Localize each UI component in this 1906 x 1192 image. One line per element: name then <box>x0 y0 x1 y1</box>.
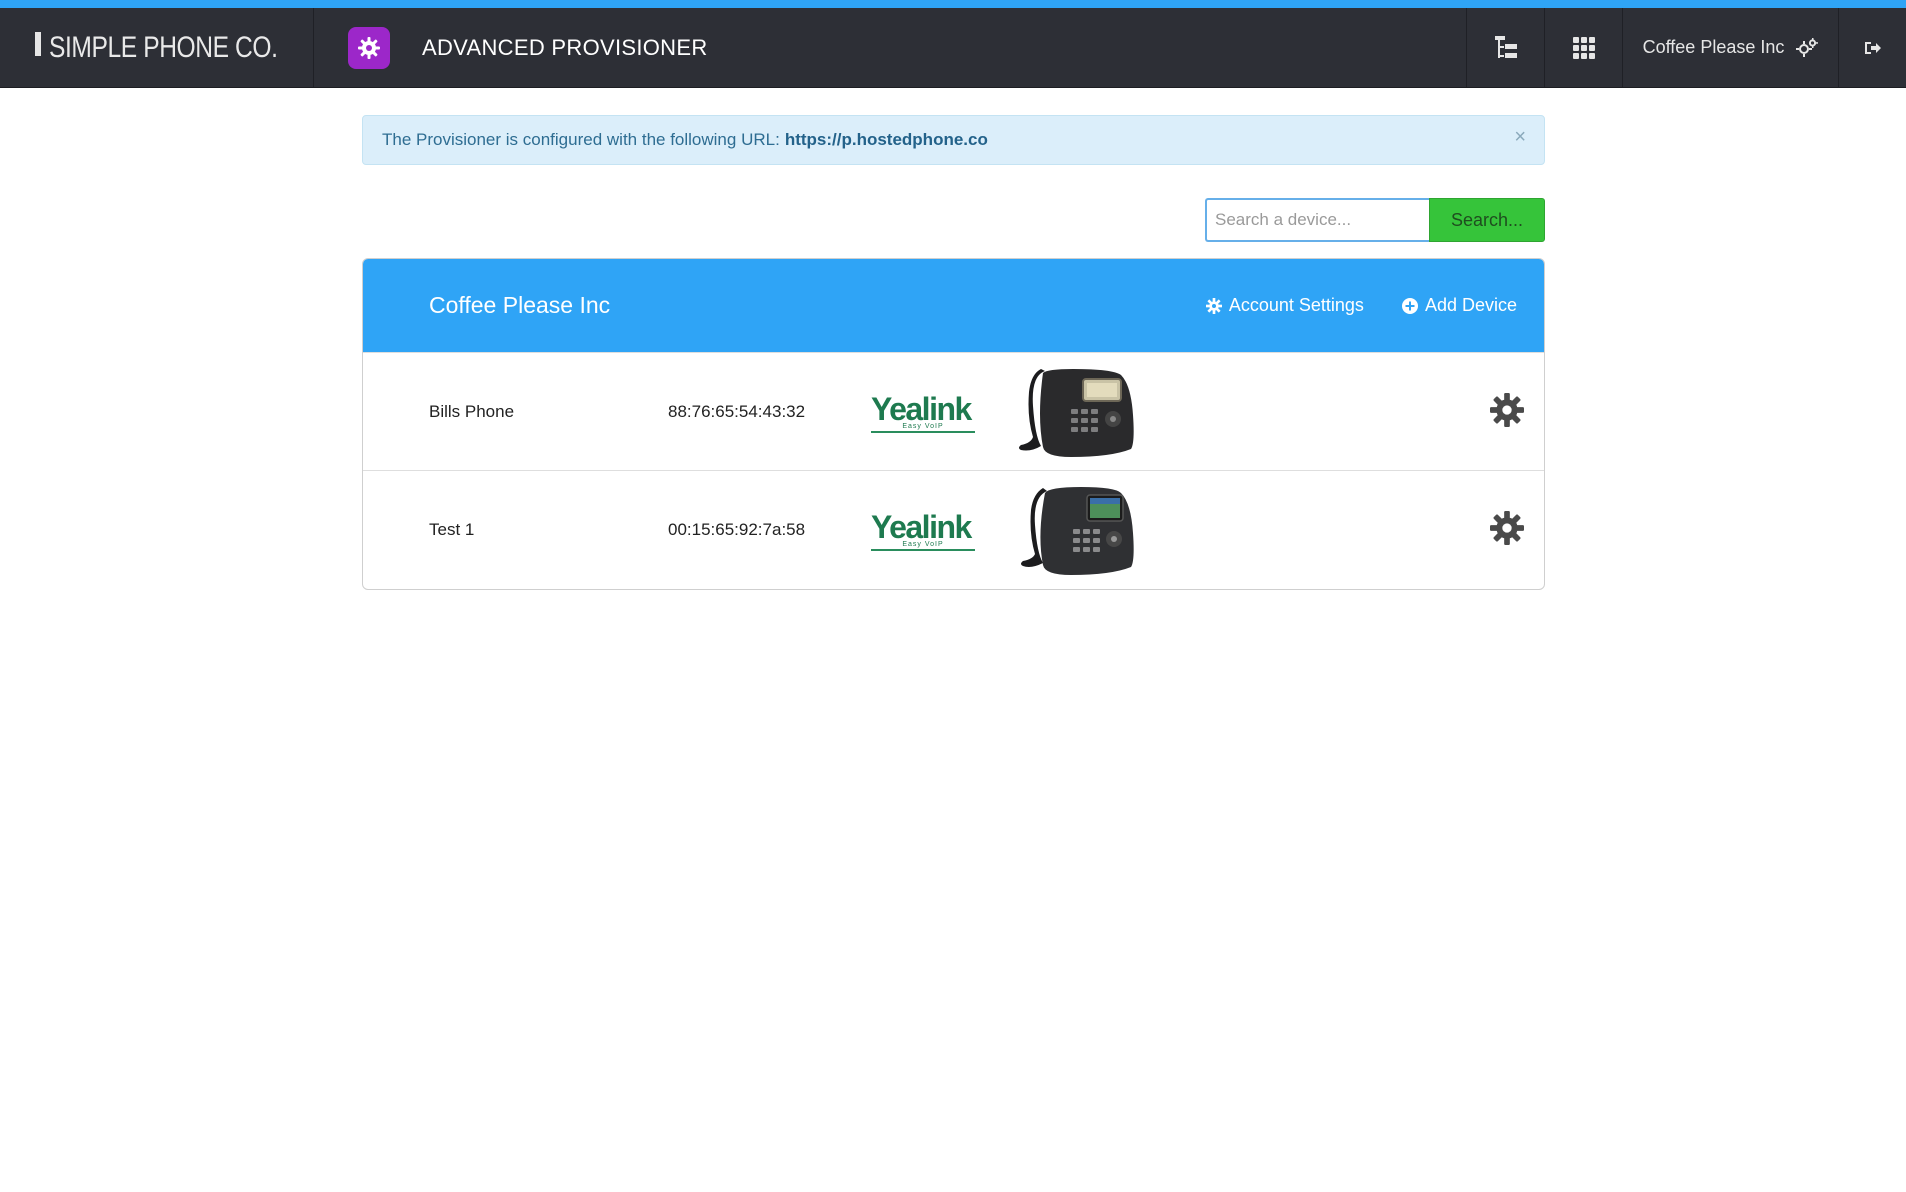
device-row: Bills Phone 88:76:65:54:43:32 Yealink Ea… <box>363 352 1544 470</box>
app-title: ADVANCED PROVISIONER <box>422 34 708 60</box>
device-search: Search... <box>1205 198 1545 242</box>
panel-title: Coffee Please Inc <box>429 292 611 318</box>
provisioner-url: https://p.hostedphone.co <box>784 130 988 149</box>
tree-view-button[interactable] <box>1466 8 1544 87</box>
alert-text: The Provisioner is configured with the f… <box>382 130 780 149</box>
add-device-label: Add Device <box>1424 295 1517 315</box>
top-navbar: SIMPLE PHONE CO. ADVANCED PROVISIONER Co… <box>0 8 1906 88</box>
device-name: Test 1 <box>429 519 475 539</box>
provisioner-url-alert: The Provisioner is configured with the f… <box>362 115 1545 165</box>
sign-out-icon <box>1864 41 1881 54</box>
brand-wordmark: Yealink <box>871 509 972 545</box>
account-settings-link[interactable]: Account Settings <box>1205 295 1364 316</box>
account-name: Coffee Please Inc <box>1642 37 1785 57</box>
device-settings-gear-icon[interactable] <box>1490 511 1524 550</box>
apps-grid-button[interactable] <box>1544 8 1622 87</box>
brand-name: SIMPLE PHONE CO. <box>49 30 278 64</box>
device-row: Test 1 00:15:65:92:7a:58 Yealink Easy Vo… <box>363 470 1544 588</box>
gear-icon <box>1205 297 1222 314</box>
account-devices-panel: Coffee Please Inc Account Settings Add D… <box>362 258 1545 590</box>
search-button[interactable]: Search... <box>1429 198 1545 242</box>
yealink-logo: Yealink Easy VoIP <box>871 393 975 433</box>
brand-square-icon <box>35 31 43 64</box>
alert-close-icon[interactable]: × <box>1514 126 1526 149</box>
brand-wordmark: Yealink <box>871 391 972 427</box>
device-mac: 88:76:65:54:43:32 <box>668 401 806 421</box>
device-mac: 00:15:65:92:7a:58 <box>668 519 806 539</box>
plus-circle-icon <box>1401 297 1418 314</box>
brand-logo[interactable]: SIMPLE PHONE CO. <box>0 8 314 87</box>
account-menu[interactable]: Coffee Please Inc <box>1622 8 1838 87</box>
cogs-icon <box>1796 37 1819 57</box>
desk-phone-image <box>1015 479 1145 584</box>
account-settings-label: Account Settings <box>1228 295 1364 315</box>
tree-icon <box>1494 35 1517 58</box>
device-name: Bills Phone <box>429 401 515 421</box>
add-device-link[interactable]: Add Device <box>1401 295 1517 316</box>
device-settings-gear-icon[interactable] <box>1490 393 1524 432</box>
device-search-input[interactable] <box>1205 198 1429 242</box>
top-accent-stripe <box>0 0 1906 8</box>
grid-icon <box>1572 36 1595 59</box>
panel-header: Coffee Please Inc Account Settings Add D… <box>363 259 1544 352</box>
desk-phone-image <box>1015 361 1145 466</box>
app-switcher-current: ADVANCED PROVISIONER <box>314 8 1466 87</box>
provisioner-gear-icon[interactable] <box>348 26 390 69</box>
yealink-logo: Yealink Easy VoIP <box>871 511 975 551</box>
logout-button[interactable] <box>1838 8 1906 87</box>
